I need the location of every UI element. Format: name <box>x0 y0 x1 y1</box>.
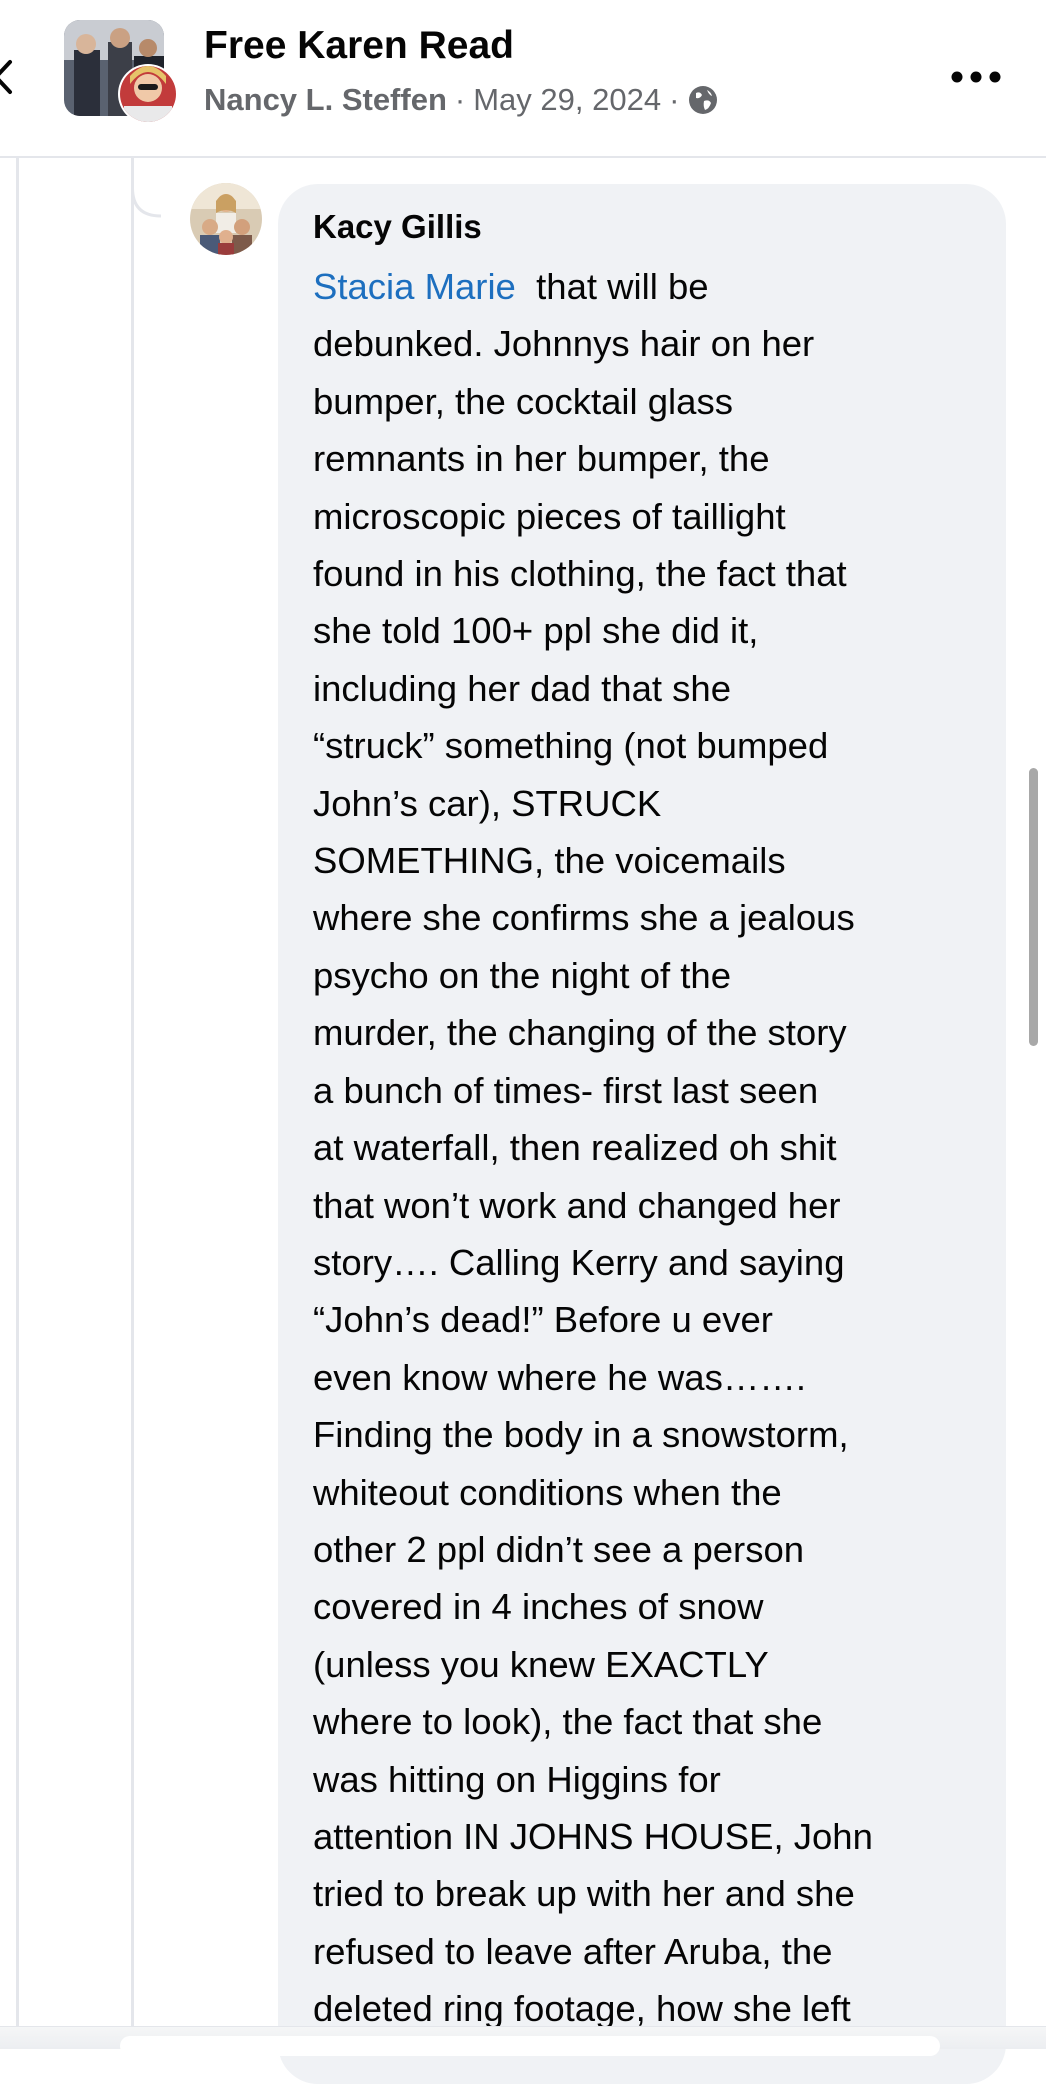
comment-line: Stacia Marie that will be <box>313 258 1003 315</box>
comment-line: that won’t work and changed her <box>313 1184 841 1226</box>
comment-line: where to look), the fact that she <box>313 1701 823 1743</box>
meta-separator: · <box>669 82 680 117</box>
more-options-icon <box>951 71 1001 83</box>
comment-line: remnants in her bumper, the <box>313 438 770 480</box>
comment-line: Finding the body in a snowstorm, <box>313 1414 849 1456</box>
comment-line: was hitting on Higgins for <box>313 1758 721 1800</box>
mention-link[interactable]: Stacia Marie <box>313 266 516 307</box>
comment-line: a bunch of times- first last seen <box>313 1069 819 1111</box>
comment-line: where she confirms she a jealous <box>313 897 855 939</box>
comment-line: attention IN JOHNS HOUSE, John <box>313 1815 873 1857</box>
comment-text-fragment: that will be <box>536 266 709 307</box>
comment-line: debunked. Johnnys hair on her <box>313 323 815 365</box>
comment-line: psycho on the night of the <box>313 954 732 996</box>
comment-line: covered in 4 inches of snow <box>313 1586 764 1628</box>
comment-body: Stacia Marie that will be debunked. John… <box>313 258 1003 2038</box>
comment-line: John’s car), STRUCK <box>313 782 662 824</box>
comment-line: bumper, the cocktail glass <box>313 380 733 422</box>
post-header: Free Karen Read Nancy L. Steffen · May 2… <box>0 0 1046 158</box>
group-avatar[interactable] <box>64 20 182 124</box>
commenter-name[interactable]: Kacy Gillis <box>313 208 482 246</box>
comment-line: she told 100+ ppl she did it, <box>313 610 759 652</box>
comment-composer[interactable] <box>120 2036 940 2056</box>
group-title[interactable]: Free Karen Read <box>204 24 514 68</box>
comment-line: other 2 ppl didn’t see a person <box>313 1528 805 1570</box>
back-button[interactable] <box>0 52 16 102</box>
post-date[interactable]: May 29, 2024 <box>473 82 661 118</box>
comment-line: “John’s dead!” Before u ever <box>313 1299 773 1341</box>
thread-line <box>16 158 19 2048</box>
comment-line: (unless you knew EXACTLY <box>313 1643 769 1685</box>
comment-line: including her dad that she <box>313 667 732 709</box>
comment-line: found in his clothing, the fact that <box>313 553 847 595</box>
comment-line: whiteout conditions when the <box>313 1471 782 1513</box>
comment-line: SOMETHING, the voicemails <box>313 840 786 882</box>
meta-separator: · <box>454 82 466 117</box>
globe-icon <box>687 84 719 116</box>
comment-line: at waterfall, then realized oh shit <box>313 1127 837 1169</box>
comment-line: microscopic pieces of taillight <box>313 495 786 537</box>
thread-line <box>131 158 134 2048</box>
commenter-avatar[interactable] <box>190 183 262 255</box>
comment-line: story…. Calling Kerry and saying <box>313 1241 845 1283</box>
comment-line: “struck” something (not bumped <box>313 725 829 767</box>
scrollbar-thumb[interactable] <box>1029 768 1038 1046</box>
thread-connector <box>131 158 162 218</box>
comment-line: even know where he was……. <box>313 1356 806 1398</box>
chevron-left-icon <box>0 60 12 94</box>
comment-line: refused to leave after Aruba, the <box>313 1930 833 1972</box>
more-options-button[interactable] <box>944 62 1008 92</box>
comment-line: tried to break up with her and she <box>313 1873 855 1915</box>
post-author[interactable]: Nancy L. Steffen <box>204 82 447 118</box>
comment-line: murder, the changing of the story <box>313 1012 847 1054</box>
post-meta: Nancy L. Steffen · May 29, 2024 · <box>204 82 719 118</box>
